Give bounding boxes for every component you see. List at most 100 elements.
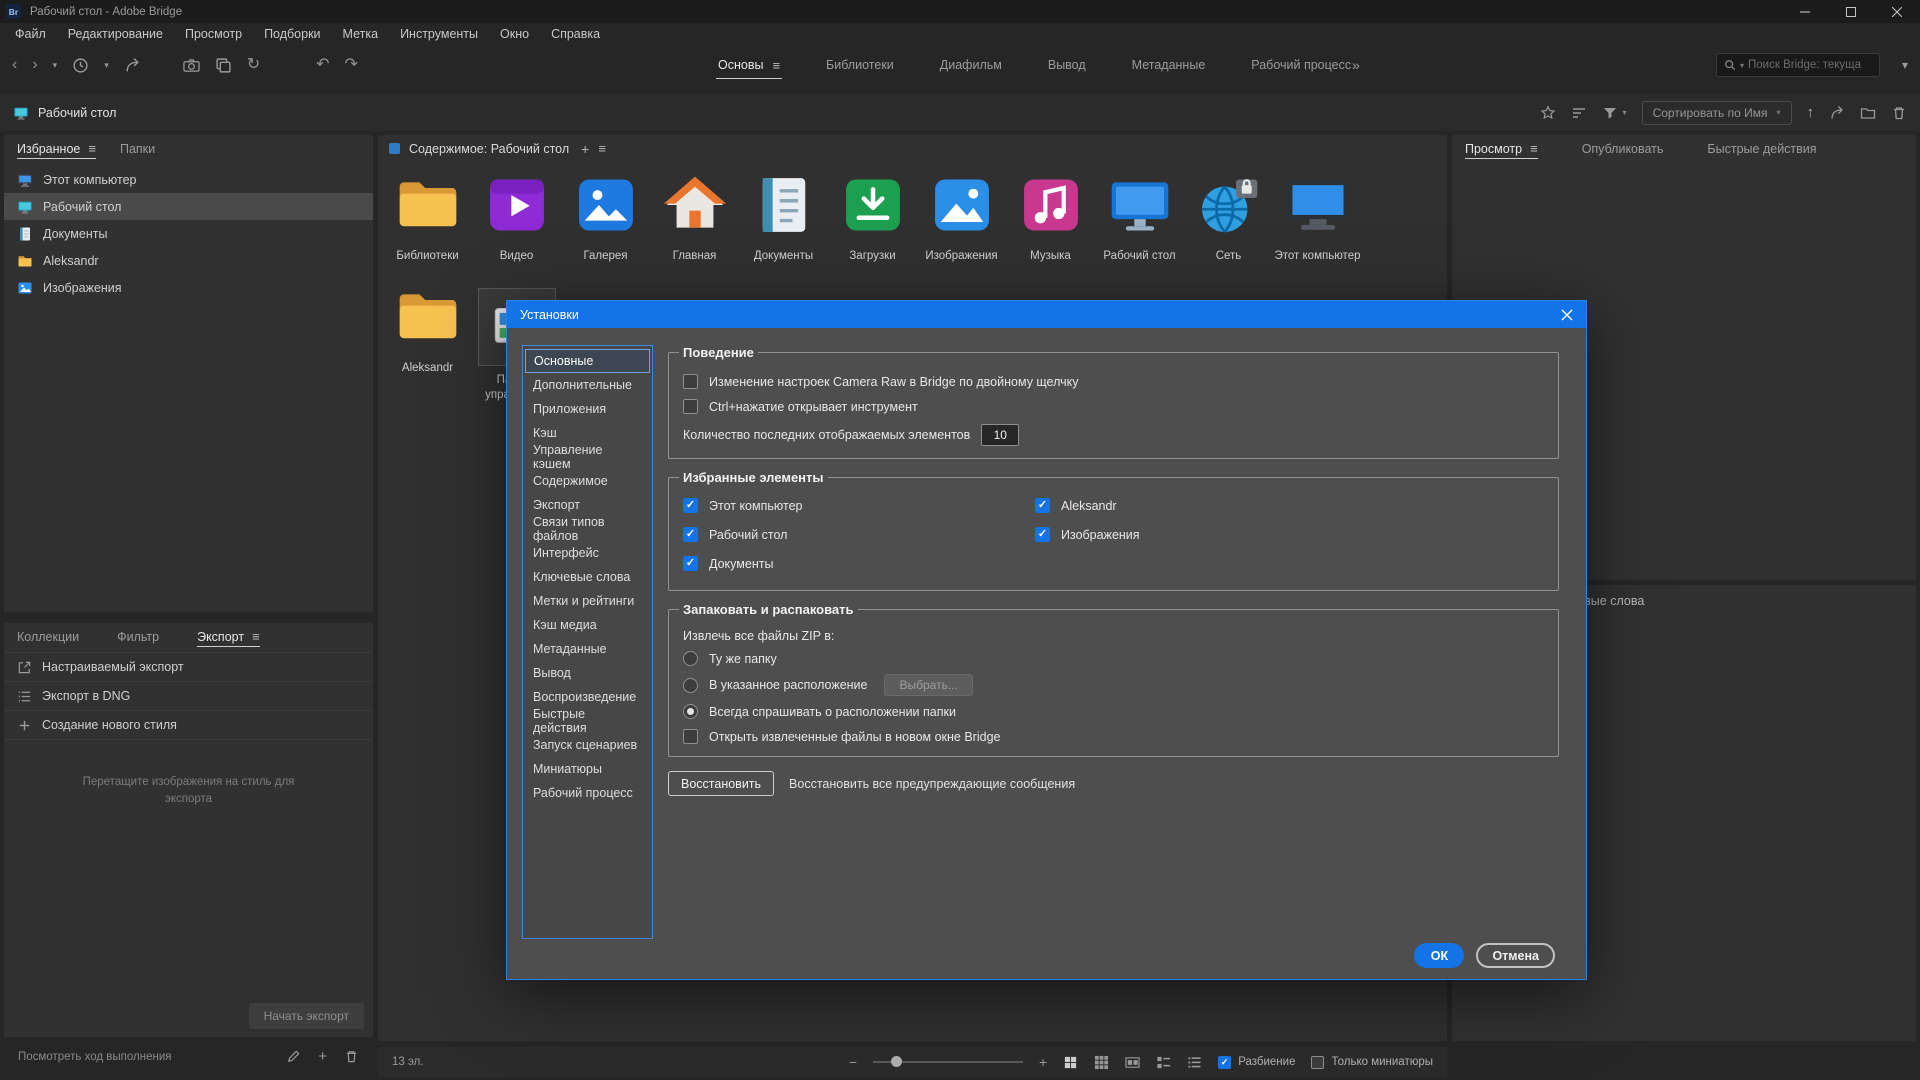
preferences-nav-item[interactable]: Приложения [525,397,650,421]
preferences-nav-item[interactable]: Миниатюры [525,757,650,781]
menu-item[interactable]: Подборки [253,27,331,41]
toolbar-chevron-icon[interactable]: ▾ [1902,44,1908,86]
progress-link[interactable]: Посмотреть ход выполнения [18,1051,171,1063]
add-icon[interactable]: + [318,1049,327,1064]
preferences-nav-item[interactable]: Экспорт [525,493,650,517]
recent-items-input[interactable] [981,424,1019,446]
preference-checkbox-row[interactable]: Изменение настроек Camera Raw в Bridge п… [683,374,1544,389]
menu-item[interactable]: Окно [489,27,540,41]
radio-button[interactable] [683,704,698,719]
favorites-item[interactable]: Aleksandr [4,247,373,274]
undo-icon[interactable]: ↶ [316,57,329,73]
favorite-checkbox-row[interactable]: Этот компьютер [683,491,1035,520]
checkbox[interactable] [683,527,698,542]
preferences-nav-item[interactable]: Кэш медиа [525,613,650,637]
minimize-button[interactable] [1782,0,1828,23]
search-input[interactable] [1748,59,1872,71]
content-item[interactable]: Документы [739,168,828,264]
menu-item[interactable]: Метка [332,27,390,41]
workspace-overflow-icon[interactable]: » [1352,44,1360,86]
refresh-icon[interactable]: ↻ [247,57,260,73]
preferences-nav-item[interactable]: Запуск сценариев [525,733,650,757]
workspace-tab[interactable]: Основы ≡ [718,44,780,86]
preferences-nav-item[interactable]: Рабочий процесс [525,781,650,805]
panel-menu-icon[interactable]: ≡ [1530,142,1538,155]
redo-icon[interactable]: ↷ [345,57,358,73]
label-filter-icon[interactable] [1571,105,1587,121]
close-button[interactable] [1874,0,1920,23]
delete-icon[interactable] [1891,105,1907,121]
preference-checkbox-row[interactable]: Ctrl+нажатие открывает инструмент [683,399,1544,414]
checkbox[interactable] [1035,527,1050,542]
search-box[interactable]: ▾ [1716,53,1880,77]
panel-menu-icon[interactable]: ≡ [88,142,96,155]
checkbox[interactable] [1035,498,1050,513]
preferences-nav-item[interactable]: Метки и рейтинги [525,589,650,613]
checkbox[interactable] [683,556,698,571]
add-panel-icon[interactable]: + [581,142,589,156]
favorites-item[interactable]: Рабочий стол [4,193,373,220]
camera-import-icon[interactable] [183,57,200,74]
content-item[interactable]: Главная [650,168,739,264]
workspace-tab[interactable]: Вывод [1048,44,1086,86]
checkbox[interactable] [683,729,698,744]
preferences-nav-item[interactable]: Воспроизведение [525,685,650,709]
menu-item[interactable]: Файл [4,27,57,41]
zip-radio-row[interactable]: Всегда спрашивать о расположении папки [683,704,1544,719]
content-item[interactable]: Музыка [1006,168,1095,264]
radio-button[interactable] [683,678,698,693]
details-view-icon[interactable] [1156,1055,1171,1070]
history-icon[interactable] [72,57,89,74]
panel-tab[interactable]: Экспорт ≡ [197,623,260,650]
filter-funnel-icon[interactable] [1602,105,1618,121]
return-icon[interactable] [124,57,141,74]
checkbox[interactable] [683,374,698,389]
content-item[interactable]: Загрузки [828,168,917,264]
thumbnails-only-toggle[interactable]: Только миниатюры [1311,1056,1433,1069]
checkbox[interactable] [683,399,698,414]
divider-toggle[interactable]: Разбиение [1218,1056,1295,1069]
content-accent-icon[interactable] [389,143,400,154]
zoom-in-icon[interactable]: + [1039,1055,1047,1069]
favorites-item[interactable]: Документы [4,220,373,247]
filmstrip-view-icon[interactable] [1125,1055,1140,1070]
thumbnail-size-slider[interactable] [873,1061,1023,1063]
slider-knob[interactable] [891,1056,902,1067]
back-icon[interactable]: ‹ [12,57,17,73]
panel-menu-icon[interactable]: ≡ [252,630,260,643]
workspace-tab[interactable]: Рабочий процесс [1251,44,1351,86]
zip-radio-row[interactable]: В указанное расположение Выбрать... [683,674,1544,696]
grid-lock-view-icon[interactable] [1063,1055,1078,1070]
search-scope-chevron-icon[interactable]: ▾ [1740,61,1744,70]
content-item[interactable]: Этот компьютер [1273,168,1362,264]
preferences-nav-item[interactable]: Кэш [525,421,650,445]
rating-filter-icon[interactable] [1540,105,1556,121]
edit-icon[interactable] [286,1049,301,1064]
menu-item[interactable]: Просмотр [174,27,253,41]
content-item[interactable]: Видео [472,168,561,264]
panel-tab[interactable]: Избранное ≡ [17,135,96,162]
export-preset-item[interactable]: Создание нового стиля [4,711,373,740]
preferences-nav-item[interactable]: Связи типов файлов [525,517,650,541]
chevron-down-icon[interactable]: ▾ [53,61,58,70]
panel-tab[interactable]: Просмотр ≡ [1465,135,1538,162]
favorites-item[interactable]: Изображения [4,274,373,301]
choose-button[interactable]: Выбрать... [884,674,972,696]
sort-ascending-icon[interactable]: ↑ [1807,104,1815,121]
content-item[interactable]: Библиотеки [383,168,472,264]
panel-tab[interactable]: Быстрые действия [1707,135,1816,162]
favorite-checkbox-row[interactable]: Aleksandr [1035,491,1387,520]
preferences-nav-item[interactable]: Вывод [525,661,650,685]
preferences-nav-item[interactable]: Содержимое [525,469,650,493]
filter-chevron-icon[interactable]: ▾ [1623,108,1627,117]
content-item[interactable]: Изображения [917,168,1006,264]
content-item[interactable]: Сеть [1184,168,1273,264]
zoom-out-icon[interactable]: − [849,1055,857,1069]
workspace-tab[interactable]: Метаданные [1132,44,1206,86]
content-menu-icon[interactable]: ≡ [598,142,606,155]
maximize-button[interactable] [1828,0,1874,23]
favorites-item[interactable]: Этот компьютер [4,166,373,193]
favorite-checkbox-row[interactable]: Изображения [1035,520,1387,549]
checkbox[interactable] [683,498,698,513]
cancel-button[interactable]: Отмена [1476,943,1555,968]
